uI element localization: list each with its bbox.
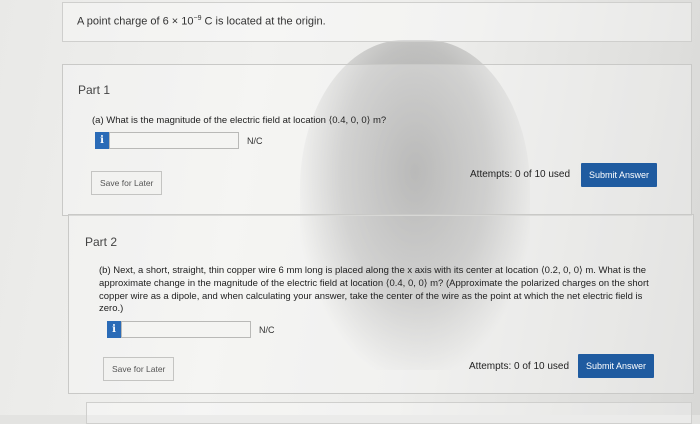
part-1-answer-input[interactable]: [109, 132, 239, 149]
part-1-save-for-later-button[interactable]: Save for Later: [91, 171, 163, 195]
info-icon[interactable]: i: [107, 321, 121, 338]
part-1-panel: Part 1 (a) What is the magnitude of the …: [62, 64, 692, 216]
problem-exponent: −9: [193, 15, 202, 22]
part-2-submit-answer-button[interactable]: Submit Answer: [578, 354, 655, 378]
problem-text-suffix: C is located at the origin.: [201, 15, 326, 28]
part-2-answer-row: i N/C: [107, 321, 275, 338]
part-2-unit-label: N/C: [259, 324, 275, 335]
part-2-answer-input[interactable]: [121, 321, 251, 338]
part-2-panel: Part 2 (b) Next, a short, straight, thin…: [68, 214, 694, 394]
part-1-question: (a) What is the magnitude of the electri…: [92, 115, 387, 126]
next-part-panel: [86, 402, 692, 424]
part-1-answer-row: i N/C: [95, 132, 263, 149]
problem-statement: A point charge of 6 × 10−9 C is located …: [77, 15, 326, 28]
info-icon[interactable]: i: [95, 132, 109, 149]
part-1-title: Part 1: [78, 83, 111, 97]
part-2-question: (b) Next, a short, straight, thin copper…: [99, 265, 649, 315]
part-1-submit-answer-button[interactable]: Submit Answer: [581, 163, 658, 187]
part-1-attempts-text: Attempts: 0 of 10 used: [470, 169, 571, 180]
problem-text-prefix: A point charge of 6 × 10: [77, 15, 194, 28]
part-1-unit-label: N/C: [247, 135, 263, 146]
part-2-attempts-text: Attempts: 0 of 10 used: [469, 361, 570, 372]
problem-statement-box: A point charge of 6 × 10−9 C is located …: [62, 2, 692, 42]
part-2-title: Part 2: [85, 235, 118, 249]
part-2-save-for-later-button[interactable]: Save for Later: [103, 357, 175, 381]
